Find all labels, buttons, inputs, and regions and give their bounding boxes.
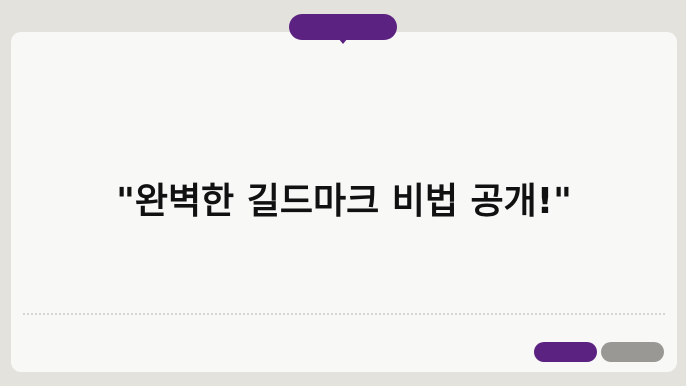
top-badge-pointer: [338, 38, 348, 44]
gray-pill-indicator: [601, 342, 664, 362]
headline-title: "완벽한 길드마크 비법 공개!": [116, 181, 572, 222]
purple-pill-indicator: [534, 342, 597, 362]
top-badge-pill: [289, 14, 397, 40]
content-card: "완벽한 길드마크 비법 공개!": [11, 32, 677, 372]
dotted-divider: [23, 313, 665, 315]
